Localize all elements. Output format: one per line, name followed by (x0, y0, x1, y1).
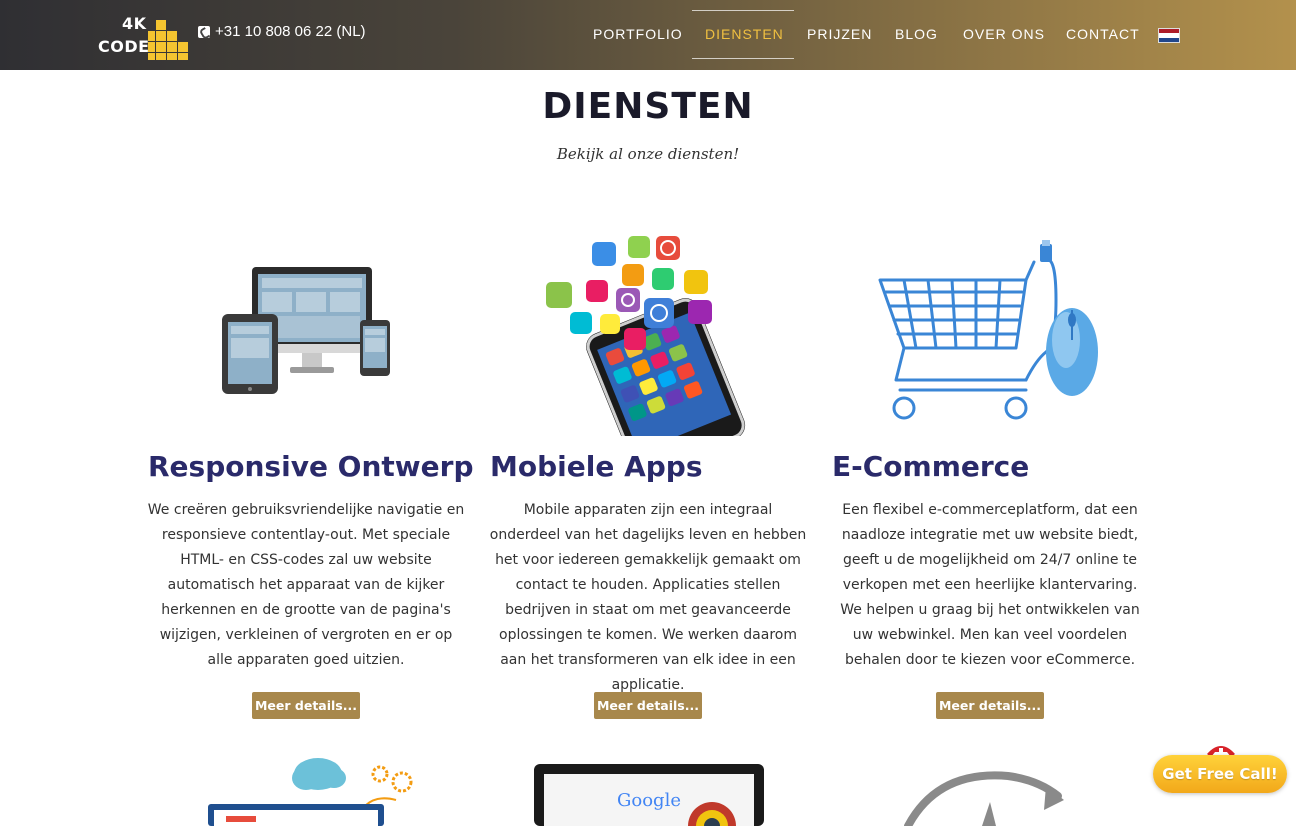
logo-block (148, 42, 155, 52)
phone-icon (198, 25, 210, 38)
devices-illustration-icon (222, 267, 390, 394)
phone-number: +31 10 808 06 22 (NL) (215, 23, 366, 40)
get-free-call-button[interactable]: Get Free Call! (1153, 755, 1287, 793)
page-title: DIENSTEN (542, 86, 754, 127)
meer-details-button-responsive[interactable]: Meer details... (252, 692, 360, 719)
logo-block (178, 42, 188, 52)
service-title-mobile-apps: Mobiele Apps (490, 450, 703, 483)
logo-block (178, 53, 188, 60)
logo-block (156, 31, 166, 41)
service-description-mobile-apps: Mobile apparaten zijn een integraal onde… (489, 502, 807, 693)
nav-diensten[interactable]: DIENSTEN (705, 26, 784, 42)
nav-blog[interactable]: BLOG (895, 26, 938, 42)
logo-block (148, 31, 155, 41)
logo-line1: 4K (122, 14, 147, 33)
cloud-gears-illustration-icon (208, 758, 413, 826)
nav-portfolio[interactable]: PORTFOLIO (593, 26, 683, 42)
smartphone-apps-illustration-icon (546, 236, 746, 436)
active-nav-border-top (692, 10, 794, 11)
logo-line2: CODE (98, 37, 150, 56)
google-logo-text: Google (617, 790, 681, 811)
logo-block (156, 20, 166, 30)
service-title-responsive: Responsive Ontwerp (148, 450, 474, 483)
logo-block (148, 53, 155, 60)
nav-prijzen[interactable]: PRIJZEN (807, 26, 872, 42)
meer-details-button-ecommerce[interactable]: Meer details... (936, 692, 1044, 719)
nav-over-ons[interactable]: OVER ONS (963, 26, 1045, 42)
logo-block (167, 42, 177, 52)
meer-details-button-mobile-apps[interactable]: Meer details... (594, 692, 702, 719)
page-subtitle: Bekijk al onze diensten! (556, 145, 740, 163)
header-phone[interactable]: +31 10 808 06 22 (NL) (198, 23, 366, 40)
service-description-responsive: We creëren gebruiksvriendelijke navigati… (147, 502, 465, 668)
logo-block (156, 53, 166, 60)
nav-contact[interactable]: CONTACT (1066, 26, 1140, 42)
site-logo[interactable]: 4K CODE (96, 12, 194, 60)
logo-block (156, 42, 166, 52)
service-description-ecommerce: Een flexibel e-commerceplatform, dat een… (840, 502, 1140, 668)
logo-block (167, 31, 177, 41)
shopping-cart-mouse-illustration-icon (878, 240, 1098, 420)
netherlands-flag-icon[interactable] (1158, 28, 1180, 43)
logo-block (167, 53, 177, 60)
service-title-ecommerce: E-Commerce (832, 450, 1030, 483)
active-nav-border-bottom (692, 58, 794, 59)
site-header: 4K CODE +31 10 808 06 22 (NL) PORTFOLIO … (0, 0, 1296, 70)
refresh-arrow-illustration-icon (904, 771, 1064, 826)
